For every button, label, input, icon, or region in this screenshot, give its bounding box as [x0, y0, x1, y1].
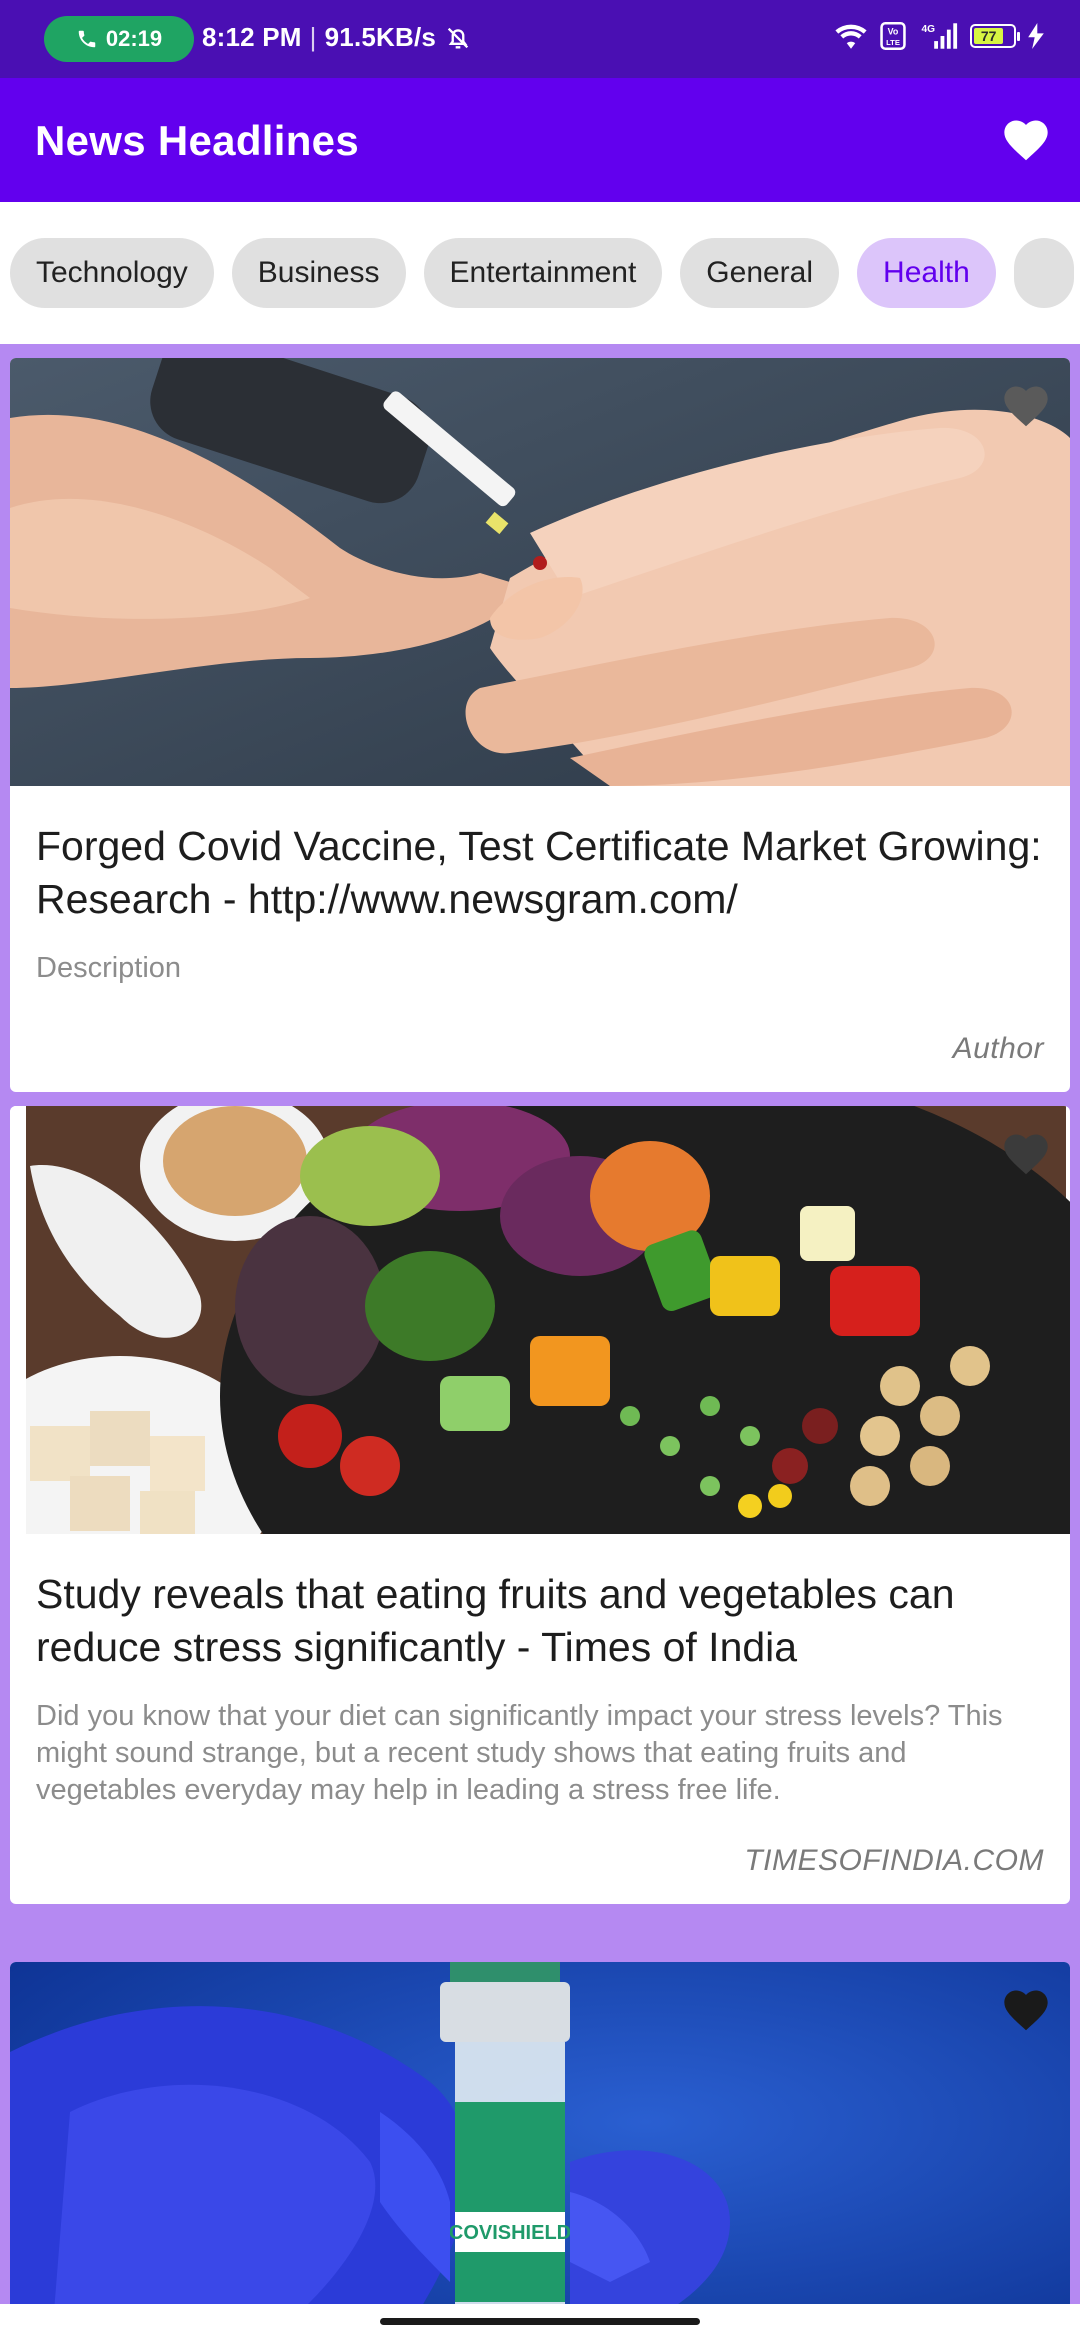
separator: | — [309, 22, 317, 52]
chip-entertainment[interactable]: Entertainment — [423, 238, 663, 308]
article-description: Description — [36, 952, 182, 984]
vegetable-salad-bowl-image — [10, 1106, 1070, 1534]
status-icons: Vo LTE 4G 77 — [834, 22, 1044, 50]
system-nav-bar — [0, 2304, 1080, 2340]
article-author: Author — [952, 1032, 1044, 1065]
card-body: Forged Covid Vaccine, Test Certificate M… — [10, 786, 1070, 987]
article-title[interactable]: Study reveals that eating fruits and veg… — [36, 1568, 1044, 1674]
signal-icon: 4G — [921, 23, 958, 49]
favorite-heart-icon[interactable] — [1000, 1128, 1052, 1180]
home-indicator[interactable] — [380, 2318, 700, 2325]
article-title[interactable]: Forged Covid Vaccine, Test Certificate M… — [36, 820, 1044, 926]
clock: 8:12 PM — [202, 22, 302, 52]
phone-icon — [78, 30, 96, 48]
article-image — [10, 358, 1070, 786]
status-info: 8:12 PM | 91.5KB/s — [202, 22, 472, 53]
vial-label: COVISHIELD — [449, 2222, 571, 2244]
chip-business[interactable]: Business — [231, 238, 406, 308]
page-title: News Headlines — [35, 117, 359, 164]
chip-technology[interactable]: Technology — [10, 238, 214, 308]
chip-row: Technology Business Entertainment Genera… — [10, 238, 1074, 308]
svg-text:4G: 4G — [921, 24, 935, 35]
article-image — [10, 1106, 1070, 1534]
article-author: TIMESOFINDIA.COM — [744, 1844, 1044, 1877]
news-feed[interactable]: Forged Covid Vaccine, Test Certificate M… — [0, 344, 1080, 2304]
app-bar: News Headlines — [0, 78, 1080, 202]
chip-health[interactable]: Health — [857, 238, 996, 308]
svg-text:LTE: LTE — [886, 38, 900, 47]
bolt-icon — [1028, 23, 1044, 49]
chip-more[interactable] — [1013, 238, 1074, 308]
wifi-icon — [835, 24, 867, 49]
article-description: Did you know that your diet can signific… — [36, 1700, 1003, 1806]
favorite-heart-icon[interactable] — [1000, 1984, 1052, 2036]
network-speed: 91.5KB/s — [324, 22, 437, 52]
battery-level: 77 — [974, 28, 1004, 44]
article-image: COVISHIELD — [10, 1962, 1070, 2304]
news-card[interactable]: COVISHIELD — [10, 1962, 1070, 2304]
ongoing-call-pill[interactable]: 02:19 — [44, 16, 194, 62]
call-timer: 02:19 — [105, 26, 163, 51]
chip-general[interactable]: General — [680, 238, 840, 308]
svg-text:Vo: Vo — [888, 27, 899, 37]
battery-icon: 77 — [970, 24, 1020, 48]
card-body: Study reveals that eating fruits and veg… — [10, 1534, 1070, 1809]
favorites-heart-icon[interactable] — [1000, 114, 1052, 166]
hand-glucose-test-image — [10, 358, 1070, 786]
category-chips: Technology Business Entertainment Genera… — [0, 202, 1080, 344]
volte-icon: VoLTE — [880, 22, 906, 50]
covishield-vaccine-vial-image: COVISHIELD — [10, 1962, 1070, 2304]
bell-off-icon — [447, 27, 469, 48]
news-card[interactable]: Forged Covid Vaccine, Test Certificate M… — [10, 358, 1070, 1092]
news-card[interactable]: Study reveals that eating fruits and veg… — [10, 1106, 1070, 1904]
status-bar: 02:19 8:12 PM | 91.5KB/s Vo LTE 4G 77 — [0, 0, 1080, 78]
favorite-heart-icon[interactable] — [1000, 380, 1052, 432]
